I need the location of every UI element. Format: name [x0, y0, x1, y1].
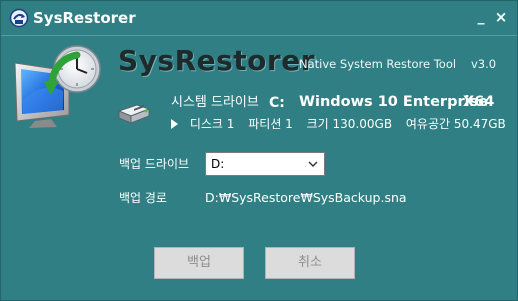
disk-number: 디스크 1 [189, 117, 235, 131]
backup-button[interactable]: 백업 [154, 247, 244, 279]
backup-drive-select[interactable]: D: [205, 152, 325, 176]
computer-restore-clock-icon [14, 45, 101, 128]
backup-path-label: 백업 경로 [119, 191, 167, 205]
app-window: SysRestorer _ × SysRestorer Native Syste… [0, 0, 518, 301]
backup-drive-selected-value: D: [211, 157, 225, 171]
disk-size: 크기 130.00GB [306, 117, 393, 131]
backup-path-value: D:₩SysRestore₩SysBackup.sna [205, 190, 407, 205]
app-version: v3.0 [471, 57, 497, 71]
close-button[interactable]: × [491, 7, 511, 27]
cancel-button[interactable]: 취소 [265, 247, 355, 279]
disk-info-row: 디스크 1 파티션 1 크기 130.00GB 여유공간 50.47GB [171, 115, 506, 133]
title-bar[interactable]: SysRestorer _ × [1, 1, 517, 35]
expand-triangle-icon[interactable] [171, 119, 178, 129]
chevron-down-icon [308, 161, 318, 167]
os-architecture: X64 [463, 94, 495, 110]
app-icon [9, 8, 29, 28]
app-name-heading: SysRestorer [118, 44, 316, 77]
hard-drive-icon [117, 104, 151, 124]
partition-number: 파티션 1 [248, 117, 293, 131]
app-description: Native System Restore Tool [299, 57, 457, 71]
window-title: SysRestorer [33, 9, 136, 27]
system-drive-label: 시스템 드라이브 [171, 95, 259, 110]
backup-drive-label: 백업 드라이브 [119, 157, 190, 171]
system-drive-letter: C: [269, 95, 285, 111]
minimize-button[interactable]: _ [471, 7, 491, 27]
os-name: Windows 10 Enterprise [299, 94, 489, 110]
disk-free-space: 여유공간 50.47GB [405, 117, 506, 131]
title-divider [1, 35, 517, 36]
